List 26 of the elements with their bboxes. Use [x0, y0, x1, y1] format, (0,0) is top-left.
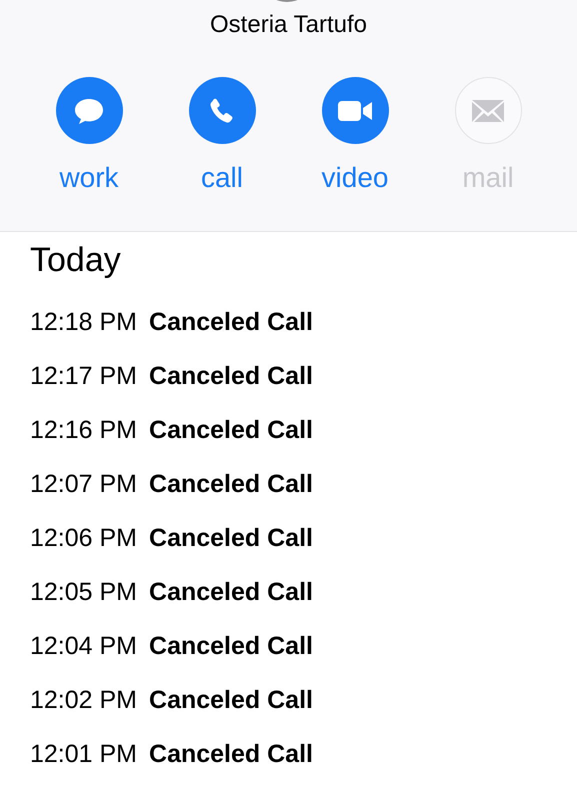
call-time: 12:07 PM — [30, 470, 138, 498]
video-label: video — [322, 162, 388, 194]
call-type: Canceled Call — [149, 578, 313, 606]
call-type: Canceled Call — [149, 416, 313, 444]
call-type: Canceled Call — [149, 308, 313, 336]
section-title: Today — [30, 241, 122, 281]
envelope-icon — [471, 98, 505, 122]
call-type: Canceled Call — [149, 362, 313, 390]
call-type: Canceled Call — [149, 686, 313, 714]
call-time: 12:17 PM — [30, 362, 138, 390]
call-type: Canceled Call — [149, 740, 313, 768]
call-time: 12:01 PM — [30, 740, 138, 768]
call-time: 12:05 PM — [30, 578, 138, 606]
phone-label: call — [200, 162, 243, 194]
call-type: Canceled Call — [149, 524, 313, 552]
call-type: Canceled Call — [149, 470, 313, 498]
video-camera-icon — [337, 100, 373, 122]
message-label: work — [59, 162, 119, 194]
call-type: Canceled Call — [149, 632, 313, 660]
call-time: 12:02 PM — [30, 686, 138, 714]
call-time: 12:04 PM — [30, 632, 138, 660]
contact-name: Osteria Tartufo — [210, 11, 367, 39]
call-time: 12:06 PM — [30, 524, 138, 552]
call-time: 12:18 PM — [30, 308, 138, 336]
speech-bubble-icon — [74, 96, 104, 124]
call-time: 12:16 PM — [30, 416, 138, 444]
